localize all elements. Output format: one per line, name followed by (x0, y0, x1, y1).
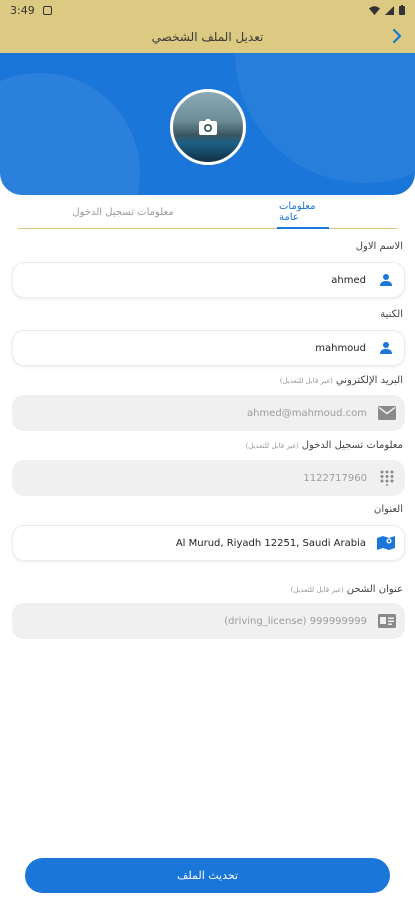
first-name-field[interactable]: ahmed (12, 262, 405, 298)
tab-indicator (277, 227, 329, 229)
shipping-field: (driving_license) 999999999 (12, 603, 405, 639)
id-card-icon (377, 611, 397, 631)
person-icon (376, 338, 396, 358)
tab-login-info[interactable]: معلومات تسجيل الدخول (68, 196, 178, 228)
phone-field: 1122717960 (12, 460, 405, 496)
address-label: العنوان (374, 504, 403, 515)
first-name-label-text: الاسم الاول (355, 241, 403, 252)
tab-bar: معلومات عامة معلومات تسجيل الدخول (18, 196, 397, 230)
phone-value: 1122717960 (303, 472, 367, 484)
avatar[interactable] (170, 89, 246, 165)
chevron-right-icon (392, 28, 402, 44)
email-label-hint: (غير قابل للتعديل) (279, 377, 333, 385)
camera-icon[interactable] (199, 119, 217, 135)
notification-icon (42, 5, 52, 15)
tab-general-info[interactable]: معلومات عامة (279, 196, 335, 228)
shipping-value: (driving_license) 999999999 (224, 615, 367, 627)
last-name-field[interactable]: mahmoud (12, 330, 405, 366)
address-value[interactable]: Al Murud, Riyadh 12251, Saudi Arabia (176, 538, 366, 549)
page-title: تعديل الملف الشخصي (151, 29, 264, 44)
battery-icon (399, 5, 405, 15)
status-bar: 3:49 (0, 0, 415, 20)
wifi-icon (369, 5, 380, 15)
back-button[interactable] (385, 24, 409, 48)
email-field: ahmed@mahmoud.com (12, 395, 405, 431)
first-name-label: الاسم الاول (356, 241, 403, 252)
last-name-value[interactable]: mahmoud (315, 343, 366, 354)
email-value: ahmed@mahmoud.com (247, 407, 367, 419)
email-label-text: البريد الإلكتروني (335, 375, 403, 386)
shipping-label: عنوان الشحن (غير قابل للتعديل) (291, 584, 403, 595)
last-name-label-text: الكنية (380, 309, 403, 320)
address-field[interactable]: Al Murud, Riyadh 12251, Saudi Arabia (12, 525, 405, 561)
decor-circle (235, 53, 415, 183)
update-profile-button[interactable]: تحديث الملف (25, 858, 390, 893)
tab-divider (18, 228, 397, 229)
first-name-value[interactable]: ahmed (331, 275, 366, 286)
person-icon (376, 270, 396, 290)
email-label: البريد الإلكتروني (غير قابل للتعديل) (280, 375, 403, 386)
dialpad-icon (377, 468, 397, 488)
login-info-label-text: معلومات تسجيل الدخول (301, 440, 403, 451)
signal-icon (385, 5, 394, 15)
login-info-label: معلومات تسجيل الدخول (غير قابل للتعديل) (246, 440, 403, 451)
shipping-label-hint: (غير قابل للتعديل) (290, 586, 344, 594)
last-name-label: الكنية (380, 309, 403, 320)
mail-icon (377, 403, 397, 423)
login-info-label-hint: (غير قابل للتعديل) (245, 442, 299, 450)
map-icon (376, 533, 396, 553)
shipping-label-text: عنوان الشحن (346, 584, 403, 595)
decor-circle (0, 73, 140, 195)
app-bar: تعديل الملف الشخصي (0, 20, 415, 53)
status-time: 3:49 (10, 3, 35, 17)
address-label-text: العنوان (374, 504, 403, 515)
